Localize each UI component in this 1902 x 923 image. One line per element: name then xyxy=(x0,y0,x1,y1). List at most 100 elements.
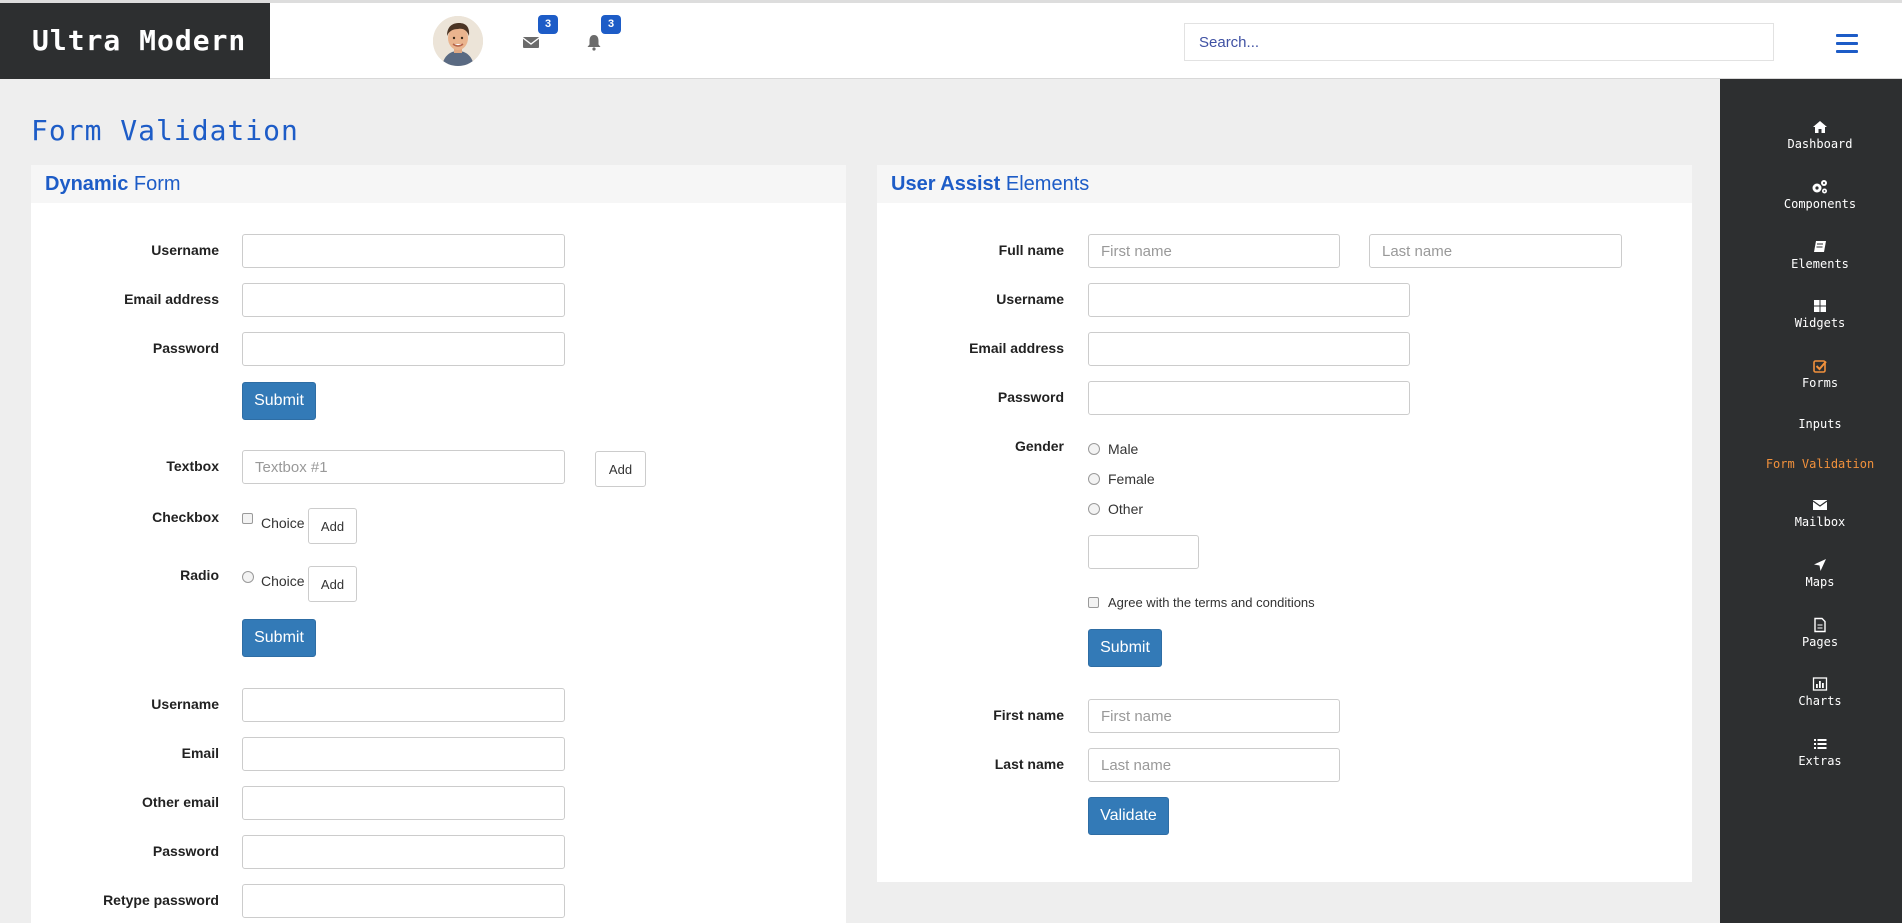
other-email-input[interactable] xyxy=(242,786,565,820)
home-icon xyxy=(1813,121,1827,133)
dynamic-form-panel: Dynamic Form Username Email address Pass… xyxy=(31,165,846,923)
retype-password-label: Retype password xyxy=(103,892,219,908)
radio-label: Radio xyxy=(180,567,219,583)
sidebar-item-label: Components xyxy=(1783,197,1857,211)
password-input[interactable] xyxy=(1088,381,1410,415)
bell-icon[interactable] xyxy=(585,33,603,51)
sidebar-item-components[interactable]: Components ‹ xyxy=(1720,179,1902,211)
add-checkbox-button[interactable]: Add xyxy=(308,508,357,544)
submit-button-2[interactable]: Submit xyxy=(242,619,316,657)
email2-input[interactable] xyxy=(242,737,565,771)
envelope-icon[interactable] xyxy=(522,33,540,51)
choice-radio[interactable] xyxy=(242,571,254,583)
gender-female-label: Female xyxy=(1108,471,1155,487)
last-name-input[interactable] xyxy=(1369,234,1622,268)
agree-terms-checkbox[interactable] xyxy=(1088,597,1099,608)
panel-title-bold: Dynamic xyxy=(45,173,129,195)
choice-checkbox[interactable] xyxy=(242,513,253,524)
grid-icon xyxy=(1814,300,1826,312)
top-navbar: Ultra Modern 3 3 xyxy=(0,0,1902,79)
sidebar-item-dashboard[interactable]: Dashboard xyxy=(1720,119,1902,151)
sidebar-item-mailbox[interactable]: Mailbox ‹ xyxy=(1720,497,1902,529)
agree-terms-label: Agree with the terms and conditions xyxy=(1108,595,1315,610)
sidebar-item-label: Dashboard xyxy=(1787,137,1853,151)
sidebar-item-label: Widgets xyxy=(1794,316,1846,330)
panel-title-bold: User Assist xyxy=(891,173,1001,195)
gears-icon xyxy=(1812,180,1827,194)
book-icon xyxy=(1814,241,1826,252)
file-icon xyxy=(1814,617,1826,633)
gender-other-input[interactable] xyxy=(1088,535,1199,569)
textbox-input[interactable] xyxy=(242,450,565,484)
sidebar-item-pages[interactable]: Pages ‹ xyxy=(1720,617,1902,649)
checkbox-choice-label: Choice xyxy=(261,515,305,531)
gender-label: Gender xyxy=(1014,438,1064,454)
sidebar-item-label: Mailbox xyxy=(1794,515,1846,529)
sidebar-nav: Dashboard Components ‹ Elements ‹ Widget… xyxy=(1720,79,1902,923)
sidebar-item-charts[interactable]: Charts xyxy=(1720,676,1902,708)
check-square-icon xyxy=(1813,360,1827,373)
gender-male-label: Male xyxy=(1108,441,1139,457)
textbox-label: Textbox xyxy=(166,458,219,474)
password2-label: Password xyxy=(152,843,219,859)
user-assist-panel: User Assist Elements Full name Username … xyxy=(877,165,1692,882)
add-radio-button[interactable]: Add xyxy=(308,566,357,602)
email-label: Email address xyxy=(969,340,1064,356)
sidebar-item-label: Charts xyxy=(1798,694,1842,708)
sidebar-item-label: Forms xyxy=(1801,376,1839,390)
sidebar-item-label: Maps xyxy=(1805,575,1835,589)
email-input[interactable] xyxy=(1088,332,1410,366)
username2-label: Username xyxy=(151,696,219,712)
sidebar-subitem-inputs[interactable]: Inputs xyxy=(1720,417,1902,431)
add-textbox-button[interactable]: Add xyxy=(595,451,646,487)
sidebar-item-label: Form Validation xyxy=(1765,457,1875,471)
bar-chart-icon xyxy=(1812,677,1828,691)
radio-choice-label: Choice xyxy=(261,573,305,589)
submit-button[interactable]: Submit xyxy=(1088,629,1162,667)
sidebar-item-forms[interactable]: Forms ⌄ xyxy=(1720,358,1902,390)
email-label: Email address xyxy=(124,291,219,307)
panel-title: User Assist Elements xyxy=(877,165,1692,203)
last-name-validate-input[interactable] xyxy=(1088,748,1340,782)
avatar-image xyxy=(433,16,483,66)
gender-other-radio[interactable] xyxy=(1088,503,1100,515)
gender-male-radio[interactable] xyxy=(1088,443,1100,455)
email2-label: Email xyxy=(181,745,219,761)
first-name-validate-input[interactable] xyxy=(1088,699,1340,733)
first-name-input[interactable] xyxy=(1088,234,1340,268)
validate-button[interactable]: Validate xyxy=(1088,797,1169,835)
password-label: Password xyxy=(152,340,219,356)
mail-count-badge: 3 xyxy=(538,15,558,34)
avatar[interactable] xyxy=(433,16,483,66)
page-title: Form Validation xyxy=(31,114,299,147)
search-input[interactable] xyxy=(1184,23,1774,61)
menu-toggle-icon[interactable] xyxy=(1836,34,1858,54)
first-name-label: First name xyxy=(993,707,1064,723)
brand-logo[interactable]: Ultra Modern xyxy=(0,3,270,79)
gender-female-radio[interactable] xyxy=(1088,473,1100,485)
sidebar-item-widgets[interactable]: Widgets xyxy=(1720,298,1902,330)
username2-input[interactable] xyxy=(242,688,565,722)
retype-password-input[interactable] xyxy=(242,884,565,918)
password-input[interactable] xyxy=(242,332,565,366)
submit-button[interactable]: Submit xyxy=(242,382,316,420)
password-label: Password xyxy=(997,389,1064,405)
panel-title: Dynamic Form xyxy=(31,165,846,203)
sidebar-item-elements[interactable]: Elements ‹ xyxy=(1720,239,1902,271)
sidebar-item-label: Inputs xyxy=(1798,417,1842,431)
other-email-label: Other email xyxy=(141,794,219,810)
sidebar-item-extras[interactable]: Extras ‹ xyxy=(1720,736,1902,768)
username-input[interactable] xyxy=(1088,283,1410,317)
sidebar-item-maps[interactable]: Maps xyxy=(1720,557,1902,589)
password2-input[interactable] xyxy=(242,835,565,869)
sidebar-subitem-form-validation[interactable]: Form Validation xyxy=(1720,457,1902,471)
username-label: Username xyxy=(151,242,219,258)
sidebar-item-label: Pages xyxy=(1801,635,1839,649)
username-label: Username xyxy=(996,291,1064,307)
email-input[interactable] xyxy=(242,283,565,317)
notifications-count-badge: 3 xyxy=(601,15,621,34)
username-input[interactable] xyxy=(242,234,565,268)
sidebar-item-label: Extras xyxy=(1798,754,1842,768)
panel-title-rest: Elements xyxy=(1000,173,1090,195)
gender-other-label: Other xyxy=(1108,501,1144,517)
